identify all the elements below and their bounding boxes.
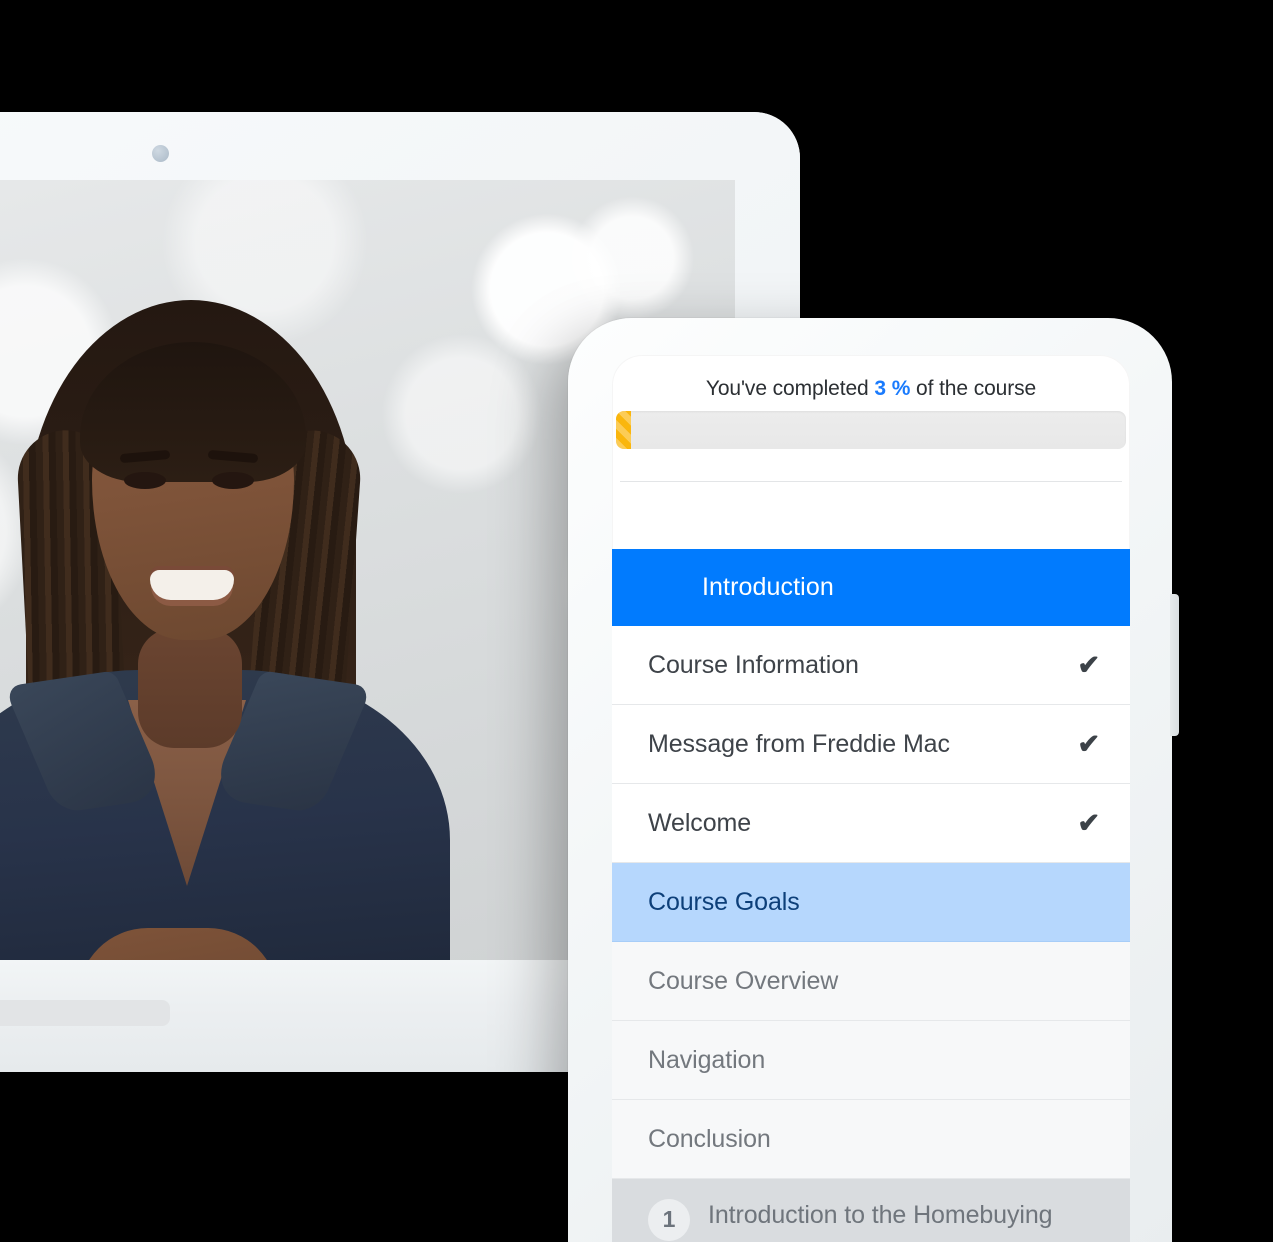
course-outline-list: Course Information ✔ Message from Freddie … — [612, 626, 1130, 1242]
outline-item[interactable]: Message from Freddie Mac ✔ — [612, 705, 1130, 784]
outline-item[interactable]: Course Overview✔ — [612, 942, 1130, 1021]
outline-item[interactable]: Course Information ✔ — [612, 626, 1130, 705]
power-button[interactable] — [1170, 594, 1179, 736]
section-header-introduction[interactable]: Introduction — [612, 549, 1130, 626]
outline-item-label: Course Overview — [648, 966, 839, 995]
outline-item[interactable]: Welcome ✔ — [612, 784, 1130, 863]
outline-item[interactable]: Navigation✔ — [612, 1021, 1130, 1100]
presenter-mouth — [150, 570, 234, 600]
screenshot-stage: You've completed 3 % of the course Intro… — [0, 0, 1273, 1242]
section-number-badge: 1 — [648, 1199, 690, 1241]
progress-prefix: You've completed — [705, 377, 869, 400]
outline-item-label: Navigation — [648, 1045, 766, 1074]
section-title-label: Introduction to the Homebuying — [708, 1201, 1053, 1229]
check-icon: ✔ — [1077, 649, 1100, 680]
tablet-stand-shadow — [0, 1000, 170, 1026]
outline-item[interactable]: Course Goals✔ — [612, 863, 1130, 942]
outline-item[interactable]: Conclusion✔ — [612, 1100, 1130, 1179]
outline-next-section[interactable]: 1 Introduction to the Homebuying — [612, 1179, 1130, 1242]
progress-bar — [616, 411, 1126, 449]
check-icon: ✔ — [1077, 728, 1100, 759]
progress-percent: 3 % — [874, 377, 911, 400]
outline-item-label: Welcome — [648, 808, 752, 837]
phone-screen: You've completed 3 % of the course Intro… — [612, 355, 1130, 1242]
progress-label: You've completed 3 % of the course — [612, 355, 1130, 411]
outline-item-label: Course Goals — [648, 887, 800, 916]
progress-bar-fill — [616, 411, 632, 449]
presenter-eye-right — [212, 472, 254, 489]
camera-dot-icon — [152, 145, 169, 162]
outline-item-label: Message from Freddie Mac — [648, 729, 950, 758]
check-icon: ✔ — [1077, 807, 1100, 838]
progress-suffix: of the course — [916, 377, 1037, 400]
outline-item-label: Course Information — [648, 650, 859, 679]
presenter-neck — [138, 628, 242, 748]
presenter-eye-left — [124, 472, 166, 489]
section-divider — [620, 481, 1122, 482]
outline-item-label: Conclusion — [648, 1124, 771, 1153]
phone-device: You've completed 3 % of the course Intro… — [568, 318, 1179, 1242]
